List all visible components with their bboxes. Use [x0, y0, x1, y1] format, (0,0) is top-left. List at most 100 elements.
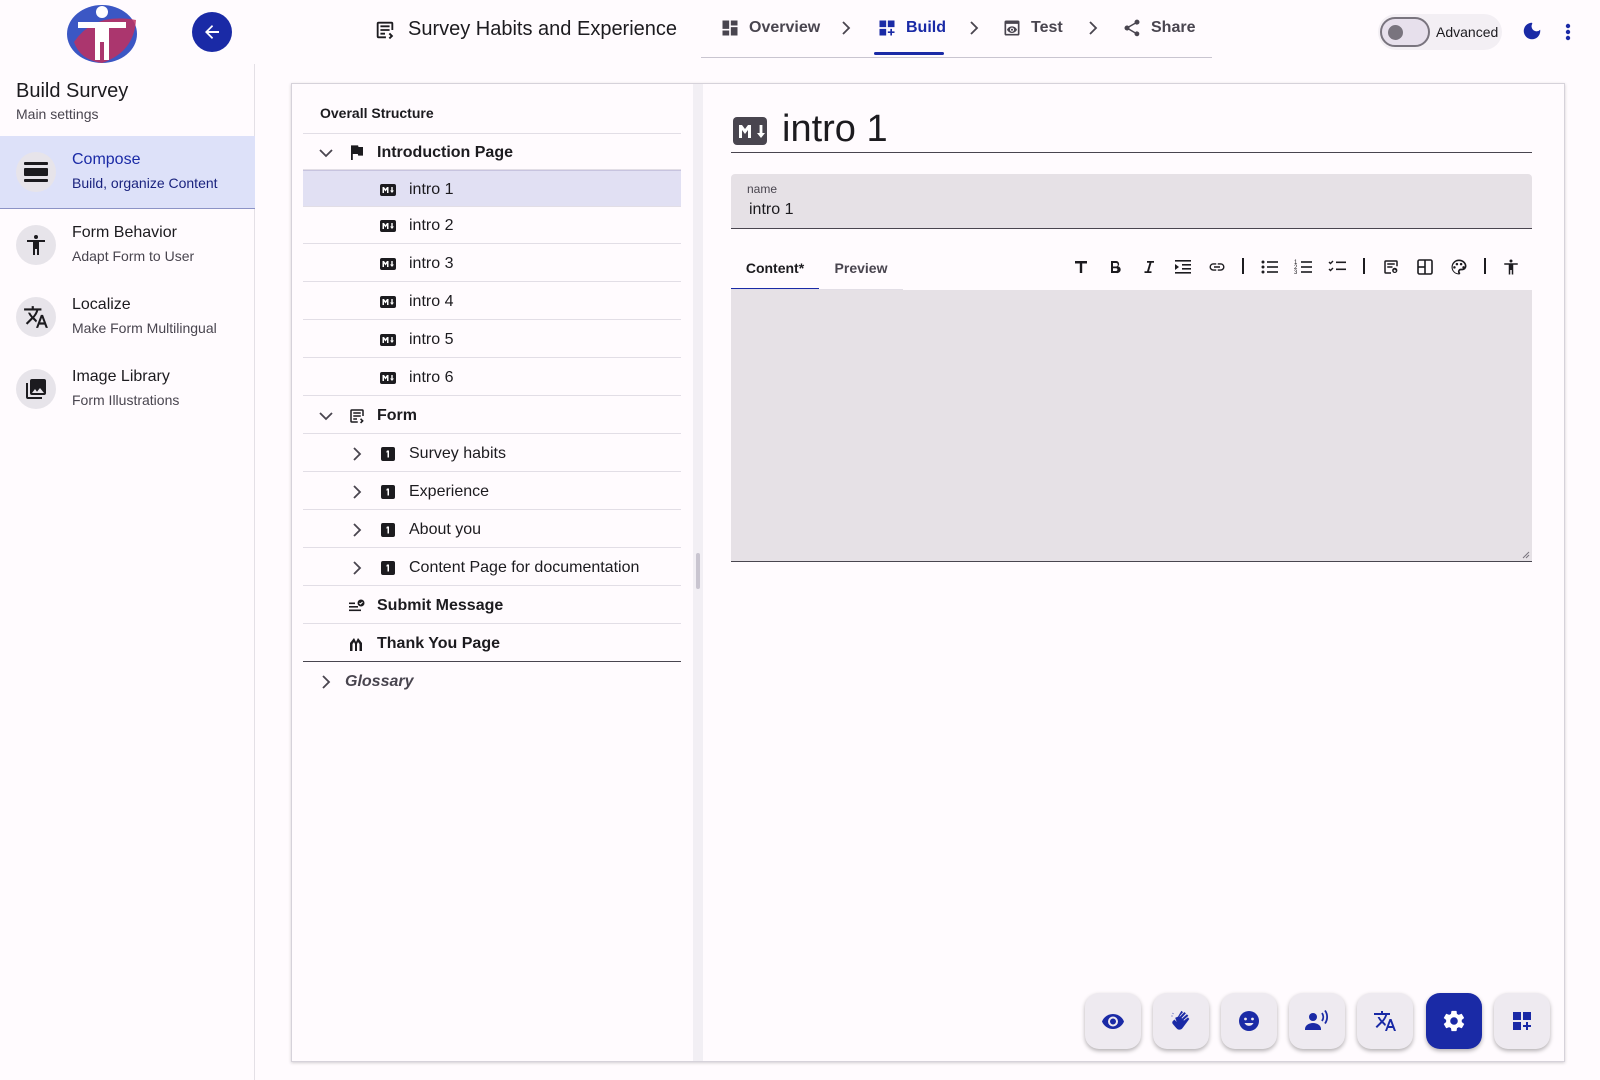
fab-settings[interactable]	[1426, 993, 1482, 1049]
chevron-right-icon[interactable]	[317, 673, 335, 691]
resize-handle[interactable]	[696, 553, 700, 589]
tree-node-intro-2[interactable]: intro 2	[303, 207, 681, 244]
color-palette-button[interactable]	[1448, 256, 1470, 278]
fab-translate[interactable]	[1357, 993, 1413, 1049]
name-field[interactable]: name	[731, 174, 1532, 229]
italic-button[interactable]	[1138, 256, 1160, 278]
image-icon	[16, 369, 56, 409]
translate-icon	[1374, 1011, 1396, 1031]
heading-button[interactable]	[1070, 256, 1092, 278]
tree-node-form[interactable]: Form	[303, 397, 681, 434]
tree-node-intro-4[interactable]: intro 4	[303, 283, 681, 320]
sidebar-item-localize[interactable]: Localize Make Form Multilingual	[0, 281, 255, 353]
chevron-right-icon[interactable]	[348, 559, 366, 577]
table-button[interactable]	[1414, 256, 1436, 278]
app-logo[interactable]	[64, 2, 140, 64]
bullet-list-icon	[1261, 260, 1278, 274]
fab-read-aloud[interactable]	[1289, 993, 1345, 1049]
top-bar: Survey Habits and Experience Overview Bu…	[0, 0, 1600, 64]
tree-label: Form	[377, 407, 417, 424]
more-menu-button[interactable]	[1560, 20, 1576, 44]
sidebar-item-form-behavior[interactable]: Form Behavior Adapt Form to User	[0, 209, 255, 281]
sidebar: Build Survey Main settings Compose Build…	[0, 64, 255, 1080]
tree-node-intro-1[interactable]: intro 1	[303, 170, 681, 207]
chevron-right-icon[interactable]	[348, 483, 366, 501]
share-icon	[1124, 19, 1140, 37]
bold-button[interactable]	[1104, 256, 1126, 278]
survey-title-text: Survey Habits and Experience	[408, 18, 678, 40]
accessibility-button[interactable]	[1500, 256, 1522, 278]
page-number-icon	[381, 447, 395, 461]
markdown-icon	[380, 184, 396, 196]
text-heading-icon	[1075, 261, 1087, 273]
chevron-right-icon[interactable]	[348, 521, 366, 539]
insert-field-button[interactable]	[1380, 256, 1402, 278]
bullet-list-button[interactable]	[1259, 256, 1281, 278]
tab-preview[interactable]: Preview	[819, 248, 903, 288]
advanced-toggle[interactable]	[1380, 17, 1430, 47]
numbered-list-button[interactable]: 123	[1293, 256, 1315, 278]
preview-icon	[1004, 20, 1020, 36]
gesture-icon	[350, 638, 362, 651]
sidebar-item-image-library[interactable]: Image Library Form Illustrations	[0, 353, 255, 425]
page-number-icon	[381, 485, 395, 499]
chevron-down-icon[interactable]	[317, 144, 335, 162]
tab-content[interactable]: Content*	[731, 248, 819, 291]
checklist-icon	[1328, 260, 1346, 272]
settings-icon	[1443, 1010, 1465, 1032]
fab-preview[interactable]	[1085, 993, 1141, 1049]
tree-title: Overall Structure	[320, 105, 434, 121]
tree-node-intro-5[interactable]: intro 5	[303, 321, 681, 358]
tree-node-intro-6[interactable]: intro 6	[303, 359, 681, 396]
eye-icon	[1102, 1014, 1124, 1029]
name-field-label: name	[747, 182, 778, 196]
insert-field-icon	[1384, 260, 1398, 274]
step-label: Test	[1031, 19, 1063, 36]
step-overview[interactable]: Overview	[720, 18, 820, 38]
tree-label: intro 6	[409, 369, 454, 386]
tree-node-survey-habits[interactable]: Survey habits	[303, 435, 681, 472]
tree-node-glossary[interactable]: Glossary	[303, 663, 681, 700]
tree-node-experience[interactable]: Experience	[303, 473, 681, 510]
content-editor[interactable]	[731, 290, 1532, 562]
checklist-button[interactable]	[1327, 256, 1349, 278]
form-icon	[376, 21, 394, 39]
tree-node-content-page[interactable]: Content Page for documentation	[303, 549, 681, 586]
tree-node-introduction-page[interactable]: Introduction Page	[303, 133, 681, 170]
tree-node-thank-you-page[interactable]: Thank You Page	[303, 625, 681, 662]
fab-add-widget[interactable]	[1494, 993, 1550, 1049]
chevron-right-icon	[970, 21, 979, 35]
moon-icon	[1523, 22, 1541, 40]
sidebar-item-label: Form Behavior	[72, 224, 177, 241]
add-widget-icon	[879, 20, 895, 36]
tree-label: Submit Message	[377, 597, 504, 614]
dark-mode-button[interactable]	[1521, 20, 1545, 44]
indent-button[interactable]	[1172, 256, 1194, 278]
advanced-label: Advanced	[1436, 24, 1499, 40]
sidebar-item-compose[interactable]: Compose Build, organize Content	[0, 136, 255, 209]
step-build[interactable]: Build	[877, 18, 946, 38]
fab-easy-language[interactable]	[1221, 993, 1277, 1049]
tree-node-submit-message[interactable]: Submit Message	[303, 587, 681, 624]
tree-label: intro 2	[409, 217, 454, 234]
tree-label: Introduction Page	[377, 144, 513, 161]
toolbar-separator	[1242, 258, 1244, 274]
tree-label: Content Page for documentation	[409, 559, 640, 576]
step-test[interactable]: Test	[1002, 18, 1063, 38]
page-number-icon	[381, 523, 395, 537]
table-icon	[1417, 259, 1433, 275]
smile-icon	[1239, 1011, 1259, 1031]
accessibility-icon	[16, 225, 56, 265]
link-button[interactable]	[1206, 256, 1228, 278]
tree-label: Thank You Page	[377, 635, 500, 652]
step-share[interactable]: Share	[1122, 18, 1195, 38]
fab-sign-language[interactable]	[1153, 993, 1209, 1049]
tree-node-about-you[interactable]: About you	[303, 511, 681, 548]
italic-icon	[1144, 261, 1154, 273]
chevron-right-icon[interactable]	[348, 445, 366, 463]
resize-grip-icon[interactable]	[1522, 551, 1530, 559]
chevron-down-icon[interactable]	[317, 407, 335, 425]
back-button[interactable]	[192, 12, 232, 52]
tree-node-intro-3[interactable]: intro 3	[303, 245, 681, 282]
name-input[interactable]	[747, 200, 1511, 220]
